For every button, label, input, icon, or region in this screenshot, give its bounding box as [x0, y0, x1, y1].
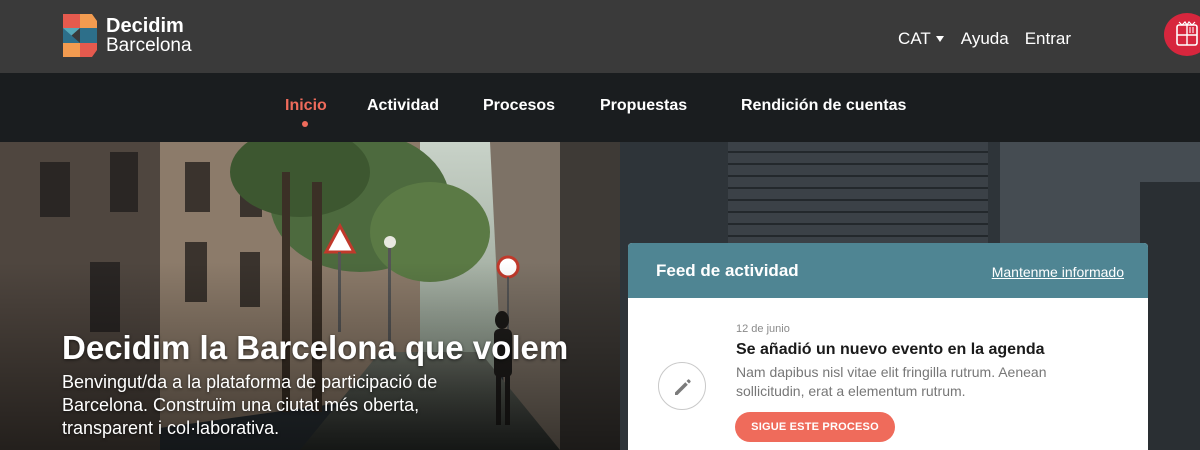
top-bar: Decidim Barcelona CAT Ayuda Entrar [0, 0, 1200, 73]
subscribe-link[interactable]: Mantenme informado [992, 264, 1124, 280]
hero-subtitle: Benvingut/da a la plataforma de particip… [62, 372, 438, 438]
nav-item-propuestas[interactable]: Propuestas [600, 97, 687, 115]
top-links: CAT Ayuda Entrar [898, 29, 1071, 49]
active-nav-indicator [302, 121, 308, 127]
main-navigation: Inicio Actividad Procesos Propuestas Ren… [0, 73, 1200, 142]
feed-title: Feed de actividad [656, 261, 799, 280]
decidim-logo[interactable]: Decidim Barcelona [63, 14, 192, 57]
barcelona-city-seal-icon[interactable] [1164, 13, 1200, 56]
help-link[interactable]: Ayuda [961, 29, 1009, 49]
login-link[interactable]: Entrar [1025, 29, 1071, 49]
language-label: CAT [898, 29, 931, 48]
nav-item-actividad[interactable]: Actividad [367, 97, 439, 115]
nav-item-rendicion-de-cuentas[interactable]: Rendición de cuentas [741, 97, 906, 115]
nav-item-procesos[interactable]: Procesos [483, 97, 555, 115]
feed-item-text: Nam dapibus nisl vitae elit fringilla ru… [736, 364, 1047, 399]
decidim-logo-icon [63, 14, 97, 57]
follow-process-button[interactable]: SIGUE ESTE PROCESO [735, 412, 895, 442]
feed-header: Feed de actividad Mantenme informado [628, 243, 1148, 298]
hero-title: Decidim la Barcelona que volem [62, 329, 569, 366]
pencil-icon [658, 362, 706, 410]
nav-item-inicio[interactable]: Inicio [285, 97, 327, 115]
feed-item-title[interactable]: Se añadió un nuevo evento en la agenda [736, 341, 1045, 359]
activity-feed-card: Feed de actividad Mantenme informado 12 … [628, 243, 1148, 450]
brand-name-line1: Decidim [106, 14, 184, 37]
language-selector[interactable]: CAT [898, 29, 944, 49]
feed-item-date: 12 de junio [736, 323, 790, 335]
brand-name-line2: Barcelona [106, 34, 192, 56]
caret-down-icon [935, 36, 944, 42]
